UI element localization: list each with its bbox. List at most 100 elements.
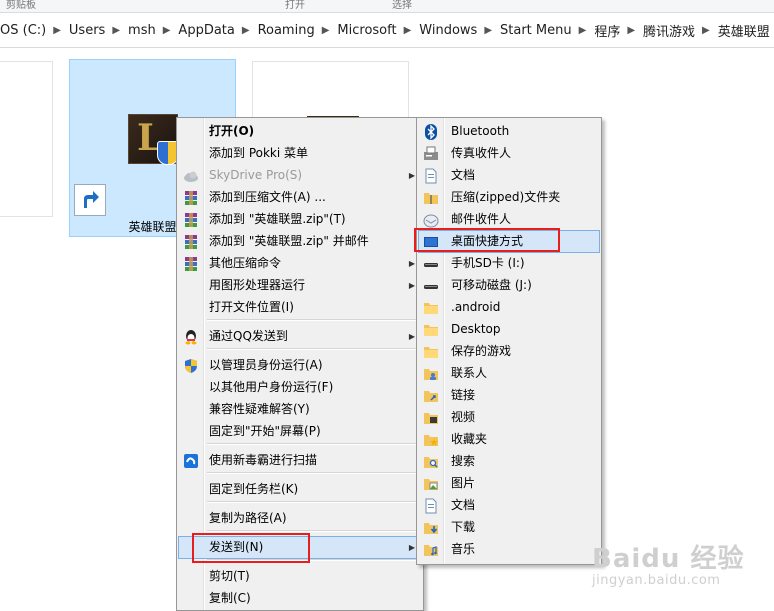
submenu-arrow-icon: ▶ bbox=[408, 543, 415, 552]
skydrive-icon bbox=[183, 168, 199, 184]
menu-item-label: 打开文件位置(I) bbox=[209, 300, 294, 314]
menu-item-label: 添加到压缩文件(A) ... bbox=[209, 190, 326, 204]
menu-separator bbox=[207, 501, 417, 503]
ribbon-group-clipboard: 剪贴板 bbox=[6, 0, 36, 11]
send-to-item-label: 压缩(zipped)文件夹 bbox=[451, 190, 561, 204]
uac-shield-icon bbox=[183, 358, 199, 374]
breadcrumb-item-current[interactable]: 英雄联盟 bbox=[715, 21, 774, 40]
send-to-item[interactable]: 搜索 bbox=[419, 451, 599, 472]
send-to-item-label: 音乐 bbox=[451, 542, 476, 556]
send-to-item[interactable]: 图片 bbox=[419, 473, 599, 494]
chevron-right-icon[interactable]: ▶ bbox=[401, 25, 417, 36]
send-to-item[interactable]: Bluetooth bbox=[419, 121, 599, 142]
send-to-item[interactable]: 手机SD卡 (I:) bbox=[419, 253, 599, 274]
breadcrumb-item[interactable]: Start Menu bbox=[497, 23, 576, 38]
menu-item-add-to-archive[interactable]: 添加到压缩文件(A) ... bbox=[179, 187, 421, 208]
chevron-right-icon[interactable]: ▶ bbox=[109, 25, 125, 36]
breadcrumb-item[interactable]: Microsoft bbox=[334, 23, 400, 38]
menu-item-pin-to-taskbar[interactable]: 固定到任务栏(K) bbox=[179, 479, 421, 500]
send-to-item[interactable]: 收藏夹 bbox=[419, 429, 599, 450]
breadcrumb-item[interactable]: 程序 bbox=[591, 21, 624, 40]
breadcrumb-item[interactable]: Users bbox=[66, 23, 109, 38]
send-to-item[interactable]: 下载 bbox=[419, 517, 599, 538]
chevron-right-icon[interactable]: ▶ bbox=[319, 25, 335, 36]
menu-item-label: 使用新毒霸进行扫描 bbox=[209, 453, 318, 467]
submenu-arrow-icon: ▶ bbox=[408, 332, 415, 341]
folder-icon bbox=[423, 300, 439, 316]
fax-icon bbox=[423, 146, 439, 162]
folder-icon bbox=[423, 322, 439, 338]
send-to-item-label: 可移动磁盘 (J:) bbox=[451, 278, 532, 292]
send-to-item-label: 邮件收件人 bbox=[451, 212, 512, 226]
menu-item-label: SkyDrive Pro(S) bbox=[209, 168, 303, 182]
menu-item-send-to[interactable]: 发送到(N) ▶ bbox=[178, 536, 422, 559]
chevron-right-icon[interactable]: ▶ bbox=[624, 25, 640, 36]
send-to-item[interactable]: 联系人 bbox=[419, 363, 599, 384]
menu-separator bbox=[207, 319, 417, 321]
send-to-item[interactable]: 压缩(zipped)文件夹 bbox=[419, 187, 599, 208]
menu-item-compat-troubleshoot[interactable]: 兼容性疑难解答(Y) bbox=[179, 399, 421, 420]
links-icon bbox=[423, 388, 439, 404]
chevron-right-icon[interactable]: ▶ bbox=[239, 25, 255, 36]
menu-item-open[interactable]: 打开(O) bbox=[179, 121, 421, 142]
menu-item-label: 固定到任务栏(K) bbox=[209, 482, 299, 496]
menu-separator bbox=[207, 348, 417, 350]
winrar-icon bbox=[183, 212, 199, 228]
send-to-item[interactable]: 保存的游戏 bbox=[419, 341, 599, 362]
menu-item-skydrive-pro[interactable]: SkyDrive Pro(S) ▶ bbox=[179, 165, 421, 186]
menu-item-run-as-other-user[interactable]: 以其他用户身份运行(F) bbox=[179, 377, 421, 398]
breadcrumb-item[interactable]: OS (C:) bbox=[0, 23, 50, 38]
breadcrumb-item[interactable]: Roaming bbox=[255, 23, 319, 38]
send-to-item[interactable]: .android bbox=[419, 297, 599, 318]
menu-item-copy-as-path[interactable]: 复制为路径(A) bbox=[179, 508, 421, 529]
chevron-right-icon[interactable]: ▶ bbox=[160, 25, 176, 36]
qq-icon bbox=[183, 329, 199, 345]
menu-item-add-to-zip-email[interactable]: 添加到 "英雄联盟.zip" 并邮件 bbox=[179, 231, 421, 252]
submenu-arrow-icon: ▶ bbox=[408, 281, 415, 290]
send-to-item[interactable]: 传真收件人 bbox=[419, 143, 599, 164]
menu-item-label: 以其他用户身份运行(F) bbox=[209, 380, 334, 394]
send-to-item[interactable]: Desktop bbox=[419, 319, 599, 340]
menu-item-label: 打开(O) bbox=[209, 124, 255, 138]
breadcrumb-item[interactable]: 腾讯游戏 bbox=[640, 21, 699, 40]
send-to-item[interactable]: 文档 bbox=[419, 495, 599, 516]
chevron-right-icon[interactable]: ▶ bbox=[699, 25, 715, 36]
menu-item-add-to-pokki[interactable]: 添加到 Pokki 菜单 bbox=[179, 143, 421, 164]
menu-item-cut[interactable]: 剪切(T) bbox=[179, 566, 421, 587]
menu-item-add-to-zip[interactable]: 添加到 "英雄联盟.zip"(T) bbox=[179, 209, 421, 230]
breadcrumb-item[interactable]: msh bbox=[125, 23, 160, 38]
send-to-item[interactable]: 视频 bbox=[419, 407, 599, 428]
duba-antivirus-icon bbox=[183, 453, 199, 469]
file-tile[interactable] bbox=[0, 61, 53, 217]
menu-separator bbox=[207, 559, 417, 561]
winrar-icon bbox=[183, 256, 199, 272]
watermark-site: jingyan.baidu.com bbox=[592, 573, 721, 588]
send-to-item[interactable]: 文档 bbox=[419, 165, 599, 186]
chevron-right-icon[interactable]: ▶ bbox=[50, 25, 66, 36]
watermark-brand: Baidu 经验 bbox=[592, 544, 745, 574]
chevron-right-icon[interactable]: ▶ bbox=[576, 25, 592, 36]
send-to-item-label: 桌面快捷方式 bbox=[451, 234, 524, 248]
winrar-icon bbox=[183, 190, 199, 206]
menu-item-scan-duba[interactable]: 使用新毒霸进行扫描 bbox=[179, 450, 421, 471]
mail-icon bbox=[423, 212, 439, 228]
menu-item-pin-to-start[interactable]: 固定到"开始"屏幕(P) bbox=[179, 421, 421, 442]
menu-item-label: 发送到(N) bbox=[209, 540, 264, 554]
menu-item-open-file-location[interactable]: 打开文件位置(I) bbox=[179, 297, 421, 318]
send-to-item[interactable]: 链接 bbox=[419, 385, 599, 406]
breadcrumb[interactable]: OS (C:) ▶ Users ▶ msh ▶ AppData ▶ Roaming ▶ M… bbox=[0, 13, 774, 48]
breadcrumb-item[interactable]: Windows bbox=[416, 23, 481, 38]
menu-item-run-as-admin[interactable]: 以管理员身份运行(A) bbox=[179, 355, 421, 376]
contacts-icon bbox=[423, 366, 439, 382]
send-to-item[interactable]: 邮件收件人 bbox=[419, 209, 599, 230]
chevron-right-icon[interactable]: ▶ bbox=[481, 25, 497, 36]
menu-item-run-with-gpu[interactable]: 用图形处理器运行 ▶ bbox=[179, 275, 421, 296]
send-to-item[interactable]: 可移动磁盘 (J:) bbox=[419, 275, 599, 296]
menu-item-label: 添加到 "英雄联盟.zip" 并邮件 bbox=[209, 234, 369, 248]
menu-item-copy[interactable]: 复制(C) bbox=[179, 588, 421, 609]
menu-item-other-compress[interactable]: 其他压缩命令 ▶ bbox=[179, 253, 421, 274]
breadcrumb-item[interactable]: AppData bbox=[175, 23, 238, 38]
send-to-item[interactable]: 音乐 bbox=[419, 539, 599, 560]
send-to-item[interactable]: 桌面快捷方式 bbox=[418, 230, 600, 253]
menu-item-send-via-qq[interactable]: 通过QQ发送到 ▶ bbox=[179, 326, 421, 347]
